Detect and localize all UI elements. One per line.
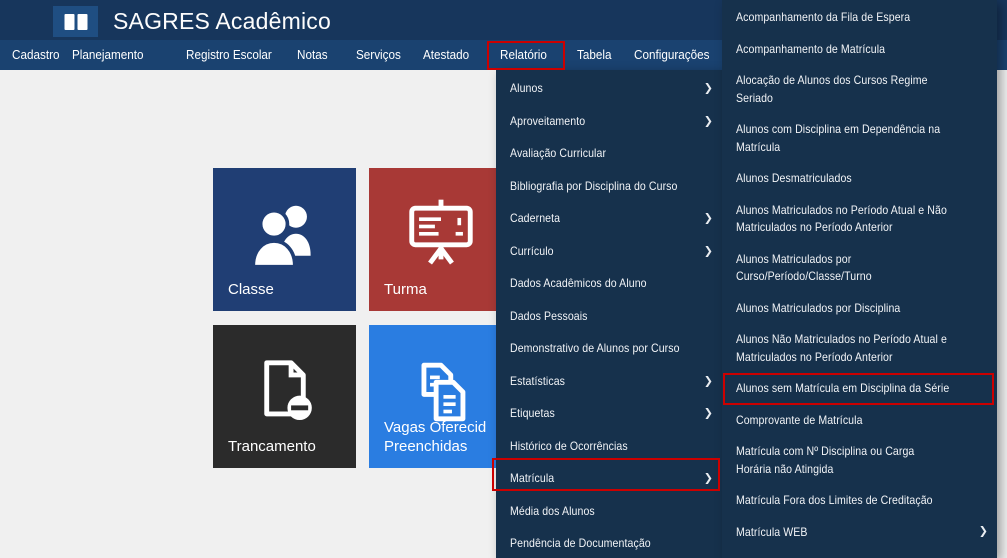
tile-turma[interactable]: Turma	[369, 168, 512, 311]
menubar-item-label: Configurações	[634, 40, 709, 70]
submenu-item[interactable]: Alunos sem Matrícula em Disciplina da Sé…	[722, 373, 997, 405]
submenu-item-label: Alunos Desmatriculados	[736, 170, 852, 188]
menu-item[interactable]: Bibliografia por Disciplina do Curso	[496, 170, 722, 203]
submenu-item[interactable]: Alocação de Alunos dos Cursos Regime Ser…	[722, 65, 997, 114]
menu-item[interactable]: Dados Acadêmicos do Aluno	[496, 267, 722, 300]
relatorio-dropdown-menu: Alunos Aproveitamento Avaliação Curricul…	[496, 70, 722, 558]
menubar-item-label: Serviços	[356, 40, 401, 70]
submenu-item[interactable]: Acompanhamento da Fila de Espera	[722, 2, 997, 34]
submenu-item-label: Comprovante de Matrícula	[736, 412, 863, 430]
submenu-item[interactable]: Matrícula Fora dos Limites de Creditação	[722, 485, 997, 517]
menu-item-label: Bibliografia por Disciplina do Curso	[510, 179, 678, 193]
submenu-item-label: Acompanhamento de Matrícula	[736, 41, 885, 59]
menu-item-label: Demonstrativo de Alunos por Curso	[510, 341, 680, 355]
menu-item-label: Histórico de Ocorrências	[510, 439, 628, 453]
menu-item-label: Caderneta	[510, 211, 560, 225]
document-minus-icon	[213, 353, 356, 431]
presentation-board-icon	[369, 196, 512, 274]
submenu-arrow-icon	[704, 82, 713, 95]
menubar-item[interactable]: Atestado	[423, 40, 474, 70]
menubar-item-label: Tabela	[577, 40, 611, 70]
submenu-arrow-icon	[979, 524, 988, 542]
submenu-item-label: Alunos Matriculados por Curso/Período/Cl…	[736, 251, 872, 286]
menubar-item-label: Cadastro	[12, 40, 59, 70]
submenu-arrow-icon	[704, 374, 713, 387]
submenu-arrow-icon	[704, 244, 713, 257]
tile-label: Vagas Oferecid Preenchidas	[384, 418, 486, 456]
menubar-item[interactable]: Notas	[297, 40, 331, 70]
submenu-item[interactable]: Alunos Matriculados no Período Atual e N…	[722, 195, 997, 244]
menubar-item[interactable]: Configurações	[634, 40, 718, 70]
menubar-item[interactable]: Cadastro	[12, 40, 65, 70]
submenu-item-label: Alunos Matriculados por Disciplina	[736, 300, 900, 318]
menu-item-label: Etiquetas	[510, 406, 555, 420]
submenu-item[interactable]: Alunos Desmatriculados	[722, 163, 997, 195]
submenu-item[interactable]: Alunos Não Matriculados no Período Atual…	[722, 324, 997, 373]
menu-item[interactable]: Alunos	[496, 72, 722, 105]
tile-classe[interactable]: Classe	[213, 168, 356, 311]
submenu-item[interactable]: Alunos com Disciplina em Dependência na …	[722, 114, 997, 163]
menu-item-label: Avaliação Curricular	[510, 146, 606, 160]
menu-item[interactable]: Matrícula	[496, 462, 722, 495]
tile-label: Classe	[228, 280, 274, 299]
menu-item-label: Aproveitamento	[510, 114, 585, 128]
submenu-arrow-icon	[704, 407, 713, 420]
menu-item[interactable]: Caderneta	[496, 202, 722, 235]
submenu-item-label: Alunos Matriculados no Período Atual e N…	[736, 202, 947, 237]
menu-item-label: Dados Acadêmicos do Aluno	[510, 276, 647, 290]
menu-item[interactable]: Avaliação Curricular	[496, 137, 722, 170]
tile-label: Turma	[384, 280, 427, 299]
submenu-item-label: Matrícula WEB	[736, 524, 808, 542]
people-icon	[213, 196, 356, 274]
menubar-item[interactable]: Registro Escolar	[186, 40, 281, 70]
submenu-item-label: Matrícula Fora dos Limites de Creditação	[736, 492, 933, 510]
submenu-item-label: Alocação de Alunos dos Cursos Regime Ser…	[736, 72, 928, 107]
submenu-item[interactable]: Acompanhamento de Matrícula	[722, 34, 997, 66]
menubar-item[interactable]: Tabela	[577, 40, 615, 70]
menu-item[interactable]: Média dos Alunos	[496, 495, 722, 528]
menu-item[interactable]: Currículo	[496, 235, 722, 268]
menu-item-label: Estatísticas	[510, 374, 565, 388]
tile-label: Trancamento	[228, 437, 316, 456]
submenu-item-label: Alunos Não Matriculados no Período Atual…	[736, 331, 947, 366]
menu-item[interactable]: Pendência de Documentação	[496, 527, 722, 558]
submenu-item-label: Alunos com Disciplina em Dependência na …	[736, 121, 940, 156]
menu-item-label: Dados Pessoais	[510, 309, 588, 323]
menubar-item[interactable]: Planejamento	[72, 40, 152, 70]
app-title: SAGRES Acadêmico	[113, 6, 331, 36]
submenu-item[interactable]: Comprovante de Matrícula	[722, 405, 997, 437]
tile-vagas-oferecidas-preenchidas[interactable]: Vagas Oferecid Preenchidas	[369, 325, 512, 468]
menubar-item[interactable]: Relatório	[500, 40, 552, 70]
menu-item[interactable]: Aproveitamento	[496, 105, 722, 138]
menu-item[interactable]: Dados Pessoais	[496, 300, 722, 333]
submenu-arrow-icon	[704, 114, 713, 127]
submenu-item[interactable]: Alunos Matriculados por Curso/Período/Cl…	[722, 244, 997, 293]
matricula-submenu: Acompanhamento da Fila de Espera Acompan…	[722, 0, 997, 558]
tile-trancamento[interactable]: Trancamento	[213, 325, 356, 468]
menubar-item-label: Planejamento	[72, 40, 144, 70]
menubar-item-label: Registro Escolar	[186, 40, 272, 70]
submenu-item-label: Alunos sem Matrícula em Disciplina da Sé…	[736, 380, 949, 398]
submenu-item[interactable]: Alunos Matriculados por Disciplina	[722, 293, 997, 325]
open-book-icon	[53, 6, 98, 37]
submenu-arrow-icon	[704, 472, 713, 485]
menu-item[interactable]: Etiquetas	[496, 397, 722, 430]
submenu-arrow-icon	[704, 212, 713, 225]
submenu-item-label: Matrícula com Nº Disciplina ou Carga Hor…	[736, 443, 914, 478]
submenu-item[interactable]: Matrícula com Nº Disciplina ou Carga Hor…	[722, 436, 997, 485]
menu-item-label: Matrícula	[510, 471, 554, 485]
menubar-item-label: Relatório	[500, 40, 547, 70]
menubar-item[interactable]: Serviços	[356, 40, 406, 70]
menu-item[interactable]: Histórico de Ocorrências	[496, 430, 722, 463]
menu-item[interactable]: Estatísticas	[496, 365, 722, 398]
menu-item-label: Média dos Alunos	[510, 504, 595, 518]
submenu-item[interactable]: Matrícula WEB	[722, 517, 997, 549]
menu-item-label: Currículo	[510, 244, 554, 258]
menubar-item-label: Atestado	[423, 40, 469, 70]
menubar-item-label: Notas	[297, 40, 328, 70]
submenu-item-label: Acompanhamento da Fila de Espera	[736, 9, 910, 27]
menu-item[interactable]: Demonstrativo de Alunos por Curso	[496, 332, 722, 365]
menu-item-label: Pendência de Documentação	[510, 536, 651, 550]
menu-item-label: Alunos	[510, 81, 543, 95]
